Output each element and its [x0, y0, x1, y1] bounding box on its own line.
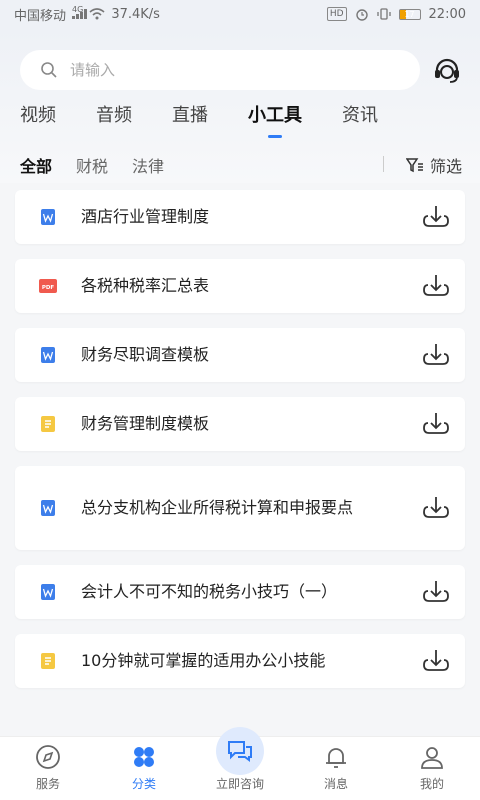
tab-video[interactable]: 视频 [0, 102, 76, 130]
bell-icon [326, 748, 346, 768]
nav-service-label: 服务 [35, 777, 60, 791]
svg-text:PDF: PDF [42, 285, 55, 291]
consult-bubble [216, 727, 264, 775]
file-item[interactable]: 总分支机构企业所得税计算和申报要点 [15, 466, 465, 550]
download-icon[interactable] [421, 341, 451, 369]
nav-mine-label: 我的 [419, 777, 444, 791]
word-file-icon [39, 583, 57, 601]
signal-icon [72, 9, 90, 19]
nav-message-label: 消息 [323, 777, 348, 791]
tab-news[interactable]: 资讯 [322, 102, 398, 130]
filter-chip-law[interactable]: 法律 [132, 153, 164, 177]
category-icon [134, 747, 154, 767]
file-item[interactable]: 财务管理制度模板 [15, 397, 465, 451]
nav-mine[interactable]: 我的 [384, 737, 480, 800]
file-title: 各税种税率汇总表 [81, 276, 210, 295]
file-item[interactable]: 财务尽职调查模板 [15, 328, 465, 382]
speed-label: 37.4K/s [111, 6, 160, 22]
file-title: 财务管理制度模板 [81, 414, 210, 433]
hd-badge: HD [326, 7, 347, 21]
nav-category-label: 分类 [131, 777, 156, 791]
time-label: 22:00 [428, 6, 466, 22]
file-title: 总分支机构企业所得税计算和申报要点 [81, 498, 354, 517]
app-screen: 中国移动 4G 37.4K/s HD 17 22:00 请输入 视频 音频 直播… [0, 0, 480, 800]
search-bar[interactable] [20, 50, 420, 90]
vibrate-icon [376, 8, 391, 20]
download-icon[interactable] [421, 203, 451, 231]
search-input[interactable] [70, 61, 370, 79]
filter-row: 全部 财税 法律 筛选 [0, 147, 480, 183]
category-tabs: 视频 音频 直播 小工具 资讯 [0, 102, 398, 138]
user-icon [421, 747, 443, 769]
nav-consult-label: 立即咨询 [215, 777, 264, 791]
carrier-label: 中国移动 [14, 8, 67, 24]
file-item[interactable]: PDF 各税种税率汇总表 [15, 259, 465, 313]
tab-audio[interactable]: 音频 [76, 102, 152, 130]
bottom-nav: 服务 分类 立即咨询 消息 我的 [0, 727, 480, 800]
nav-message[interactable]: 消息 [288, 737, 384, 800]
filter-icon [405, 158, 423, 173]
alarm-icon [355, 9, 368, 21]
battery-icon: 17 [398, 8, 421, 20]
file-title: 10分钟就可掌握的适用办公小技能 [81, 651, 326, 670]
nav-consult[interactable]: 立即咨询 [192, 727, 288, 800]
download-icon[interactable] [421, 410, 451, 438]
filter-chip-finance-tax[interactable]: 财税 [76, 153, 108, 177]
customer-service-icon[interactable] [432, 56, 462, 86]
note-file-icon [39, 652, 57, 670]
nav-category[interactable]: 分类 [96, 737, 192, 800]
filter-label: 筛选 [429, 157, 462, 176]
compass-icon [36, 745, 60, 769]
download-icon[interactable] [421, 647, 451, 675]
file-title: 财务尽职调查模板 [81, 345, 210, 364]
pdf-file-icon: PDF [39, 277, 57, 295]
file-title: 会计人不可不知的税务小技巧（一） [81, 582, 338, 601]
download-icon[interactable] [421, 272, 451, 300]
divider [383, 156, 384, 172]
file-title: 酒店行业管理制度 [81, 207, 210, 226]
word-file-icon [39, 499, 57, 517]
nav-service[interactable]: 服务 [0, 737, 96, 800]
tab-live[interactable]: 直播 [152, 102, 228, 130]
search-icon [41, 62, 57, 78]
file-item[interactable]: 10分钟就可掌握的适用办公小技能 [15, 634, 465, 688]
status-bar: 中国移动 4G 37.4K/s HD 17 22:00 [0, 0, 480, 28]
tab-tools[interactable]: 小工具 [228, 102, 322, 138]
word-file-icon [39, 346, 57, 364]
note-file-icon [39, 415, 57, 433]
file-item[interactable]: 会计人不可不知的税务小技巧（一） [15, 565, 465, 619]
file-item[interactable]: 酒店行业管理制度 [15, 190, 465, 244]
download-icon[interactable] [421, 494, 451, 522]
chat-icon [228, 741, 252, 762]
word-file-icon [39, 208, 57, 226]
wifi-icon [89, 8, 105, 20]
file-list: 酒店行业管理制度 PDF 各税种税率汇总表 财务尽职调查模板 财务管理制度模板总分支机构… [15, 190, 465, 703]
filter-chip-all[interactable]: 全部 [20, 153, 52, 177]
filter-button[interactable]: 筛选 [405, 153, 462, 177]
download-icon[interactable] [421, 578, 451, 606]
